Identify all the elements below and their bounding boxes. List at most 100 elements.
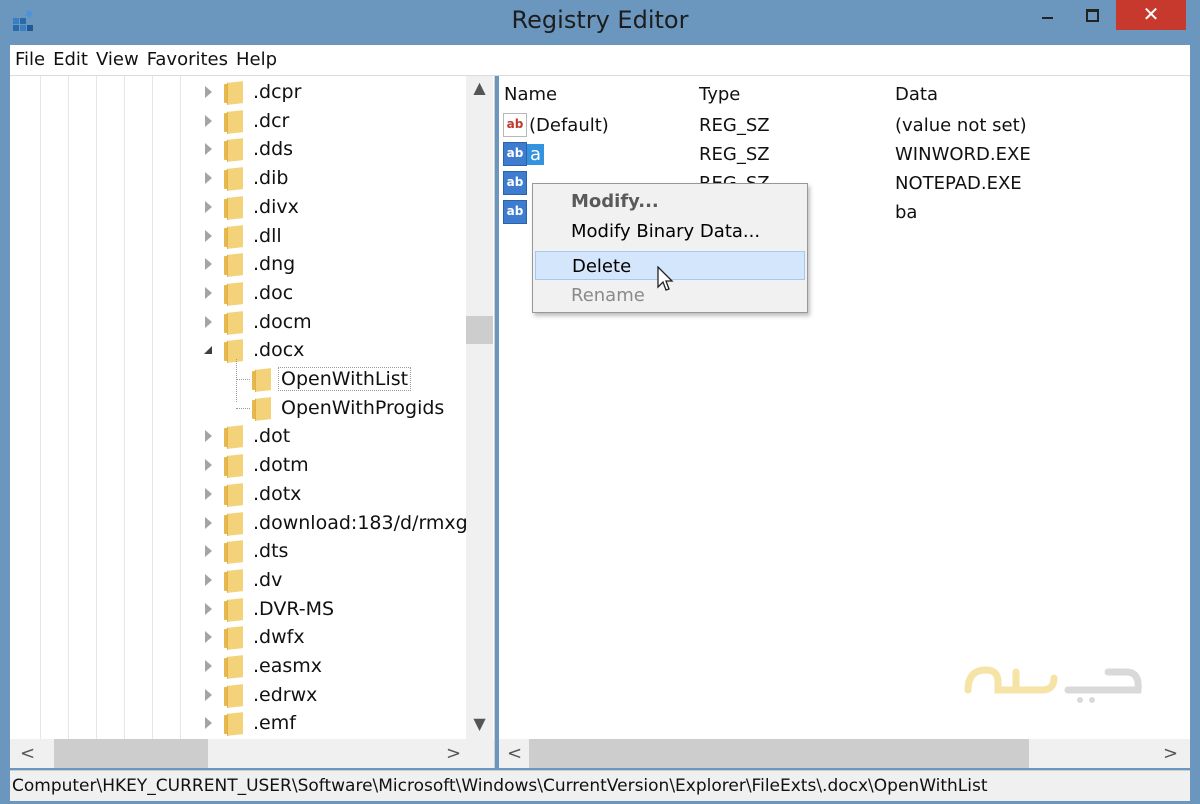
tree-item-label: .dcpr [253,81,302,103]
expand-arrow-icon[interactable] [202,171,216,185]
scroll-left-icon[interactable]: < [20,743,35,764]
value-row[interactable]: ab a REG_SZ WINWORD.EXE [499,141,1190,170]
scroll-thumb[interactable] [54,739,208,768]
folder-icon [224,569,244,593]
tree-item[interactable]: .dts [10,537,466,566]
menu-item-modify-binary[interactable]: Modify Binary Data... [535,217,805,246]
column-header-name[interactable]: Name [504,84,557,105]
tree-item-label: .dwfx [253,626,305,649]
tree-item[interactable]: .emf [10,709,466,738]
title-bar[interactable]: Registry Editor ✕ [0,0,1200,44]
menu-edit[interactable]: Edit [49,45,92,75]
expand-arrow-icon[interactable] [202,114,216,128]
folder-icon [224,81,244,105]
menu-item-modify[interactable]: Modify... [535,187,805,216]
string-value-icon: ab [503,171,527,195]
tree-item[interactable]: .dv [10,566,466,595]
expand-arrow-icon[interactable] [202,458,216,472]
tree-item[interactable]: OpenWithList [10,365,466,394]
column-header-type[interactable]: Type [699,84,740,105]
expand-arrow-icon[interactable] [202,142,216,156]
expand-arrow-icon[interactable] [202,716,216,730]
expand-arrow-icon[interactable] [202,573,216,587]
close-button[interactable]: ✕ [1116,0,1186,30]
tree-item-label: .easmx [253,655,323,677]
expand-arrow-icon[interactable] [202,516,216,530]
tree-item[interactable]: .doc [10,279,466,308]
menu-bar: File Edit View Favorites Help [10,45,1190,76]
tree-connector-line [236,407,250,410]
minimize-button[interactable] [1028,0,1068,30]
expand-arrow-icon[interactable] [202,429,216,443]
scroll-right-icon[interactable]: > [1163,743,1178,764]
expand-arrow-icon[interactable] [202,200,216,214]
expand-arrow-icon[interactable] [202,257,216,271]
menu-file[interactable]: File [10,45,49,75]
folder-icon [252,396,272,421]
tree-item[interactable]: .dds [10,135,466,164]
expand-arrow-icon[interactable] [202,85,216,99]
tree-item[interactable]: .DVR-MS [10,595,466,624]
tree-item-label: .edrwx [253,683,318,706]
scroll-thumb[interactable] [466,316,493,344]
tree-item[interactable]: .dll [10,222,466,251]
values-horizontal-scrollbar[interactable]: < > [499,739,1190,768]
tree-item[interactable]: .edrwx [10,681,466,710]
tree-item[interactable]: .dwfx [10,623,466,652]
scroll-right-icon[interactable]: > [446,743,461,764]
tree-item[interactable]: .divx [10,193,466,222]
scroll-down-icon[interactable]: ▼ [472,716,487,732]
tree-item[interactable]: .dcr [10,107,466,136]
folder-icon [224,339,244,364]
tree-item[interactable]: .dot [10,422,466,451]
tree-item[interactable]: .docx [10,336,466,365]
folder-icon [224,310,244,335]
expand-arrow-icon[interactable] [202,602,216,616]
expand-arrow-icon[interactable] [202,659,216,673]
expand-arrow-icon[interactable] [202,315,216,329]
menu-favorites[interactable]: Favorites [143,45,232,75]
value-row[interactable]: ab (Default) REG_SZ (value not set) [499,112,1190,141]
scroll-thumb[interactable] [529,739,1029,768]
expand-arrow-icon[interactable] [202,487,216,501]
expand-arrow-icon[interactable] [202,630,216,644]
expand-arrow-icon[interactable] [202,229,216,243]
menu-view[interactable]: View [92,45,143,75]
scroll-left-icon[interactable]: < [507,743,522,764]
value-name: a [527,144,545,165]
tree-item[interactable]: .easmx [10,652,466,681]
tree-item-label: .dotm [253,454,309,477]
scroll-up-icon[interactable]: ▲ [472,80,487,96]
expand-arrow-icon[interactable] [202,286,216,300]
collapse-arrow-icon[interactable] [202,343,216,357]
expand-arrow-icon[interactable] [202,544,216,558]
tree-item[interactable]: .dib [10,164,466,193]
key-tree[interactable]: .dcpr .dcr .dds .dib .divx .dll .dng .doc .docm.… [10,76,466,739]
menu-help[interactable]: Help [232,45,281,75]
tree-vertical-scrollbar[interactable]: ▲ ▼ [466,76,493,739]
tree-item-label: .download:183/d/rmxg3c [253,511,466,534]
tree-item[interactable]: .dcpr [10,78,466,107]
folder-icon [224,454,244,478]
tree-item[interactable]: .dng [10,250,466,279]
maximize-button[interactable] [1070,0,1112,30]
expand-arrow-icon[interactable] [202,688,216,702]
tree-item[interactable]: .download:183/d/rmxg3c [10,509,466,538]
tree-item-label: .emf [253,712,296,735]
column-header-data[interactable]: Data [895,84,938,105]
folder-icon [224,511,244,536]
tree-item[interactable]: .dotm [10,451,466,480]
tree-item[interactable]: .dotx [10,480,466,509]
tree-item[interactable]: .docm [10,308,466,337]
close-icon: ✕ [1142,2,1160,26]
folder-icon [224,626,244,651]
tree-item-label: .dng [253,253,296,276]
tree-item[interactable]: OpenWithProgids [10,394,466,423]
value-data: WINWORD.EXE [895,144,1031,165]
value-data: (value not set) [895,115,1027,136]
folder-icon [252,368,272,392]
tree-item-label: .docx [253,339,305,362]
tree-horizontal-scrollbar[interactable]: < > [10,739,494,768]
value-name: (Default) [529,115,609,136]
tree-item-label: OpenWithList [278,367,412,391]
